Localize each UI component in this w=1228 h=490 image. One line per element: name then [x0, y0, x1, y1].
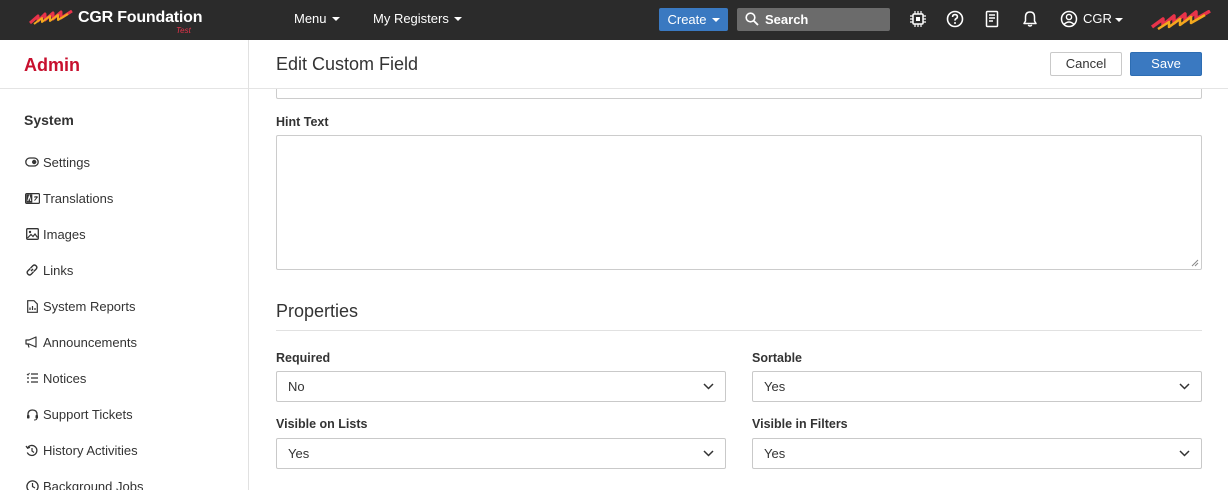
hint-text-label: Hint Text — [276, 115, 329, 129]
clock-icon — [24, 479, 40, 490]
save-button[interactable]: Save — [1130, 52, 1202, 76]
headset-icon — [24, 407, 40, 421]
search-placeholder: Search — [765, 12, 809, 27]
visible-on-lists-value: Yes — [288, 446, 310, 461]
sidebar-item-label: Support Tickets — [43, 406, 133, 422]
sidebar-item-background-jobs[interactable]: Background Jobs — [24, 476, 143, 490]
brand-mark-icon — [1150, 10, 1211, 30]
my-registers-dropdown[interactable]: My Registers — [373, 11, 462, 26]
chip-icon[interactable] — [909, 10, 927, 28]
visible-on-lists-label: Visible on Lists — [276, 417, 368, 431]
sidebar-item-label: History Activities — [43, 442, 138, 458]
chevron-down-icon — [1115, 18, 1123, 22]
visible-in-filters-value: Yes — [764, 446, 786, 461]
list-icon — [24, 371, 40, 385]
sidebar-item-translations[interactable]: Translations — [24, 188, 113, 208]
chevron-down-icon — [1179, 383, 1190, 390]
sidebar-item-label: Translations — [43, 190, 114, 206]
search-input[interactable]: Search — [737, 8, 890, 31]
resize-handle-icon[interactable] — [1191, 259, 1199, 267]
book-icon[interactable] — [983, 10, 1001, 28]
sidebar-item-notices[interactable]: Notices — [24, 368, 86, 388]
chevron-down-icon — [711, 18, 720, 22]
sidebar-item-label: Notices — [43, 370, 87, 386]
sidebar-title: Admin — [24, 55, 80, 75]
sidebar-item-history-activities[interactable]: History Activities — [24, 440, 138, 460]
sidebar-item-announcements[interactable]: Announcements — [24, 332, 137, 352]
environment-badge: Test — [176, 26, 191, 35]
sortable-value: Yes — [764, 379, 786, 394]
page-title: Edit Custom Field — [276, 54, 419, 74]
sidebar-item-support-tickets[interactable]: Support Tickets — [24, 404, 133, 424]
chevron-down-icon — [331, 17, 340, 21]
bell-icon[interactable] — [1021, 10, 1039, 28]
hint-text-textarea[interactable] — [276, 135, 1202, 270]
sidebar-item-label: Images — [43, 226, 86, 242]
brand-logo-icon — [29, 10, 73, 25]
required-value: No — [288, 379, 305, 394]
visible-in-filters-select[interactable]: Yes — [752, 438, 1202, 469]
divider — [0, 88, 248, 89]
help-icon[interactable] — [946, 10, 964, 28]
report-icon — [24, 299, 40, 313]
sidebar-item-label: Settings — [43, 154, 90, 170]
sidebar-item-label: Links — [43, 262, 74, 278]
toggle-icon — [24, 155, 40, 169]
sidebar-item-system-reports[interactable]: System Reports — [24, 296, 135, 316]
chevron-down-icon — [703, 383, 714, 390]
sidebar-item-label: System Reports — [43, 298, 136, 314]
user-circle-icon — [1060, 10, 1078, 28]
brand-name: CGR Foundation — [78, 9, 203, 26]
sidebar-item-settings[interactable]: Settings — [24, 152, 90, 172]
my-registers-label: My Registers — [373, 11, 449, 26]
translate-icon — [24, 191, 40, 205]
menu-dropdown[interactable]: Menu — [294, 11, 340, 26]
search-icon — [745, 12, 759, 26]
sidebar-item-images[interactable]: Images — [24, 224, 86, 244]
sortable-select[interactable]: Yes — [752, 371, 1202, 402]
sidebar-item-links[interactable]: Links — [24, 260, 73, 280]
required-select[interactable]: No — [276, 371, 726, 402]
top-navbar: CGR Foundation Test Menu My Registers Cr… — [0, 0, 1228, 40]
page-header: Edit Custom Field Cancel Save — [249, 40, 1228, 89]
main-content: Edit Custom Field Cancel Save Hint Text … — [249, 40, 1228, 490]
sidebar: Admin System Settings Translations Image… — [0, 40, 249, 490]
chevron-down-icon — [703, 450, 714, 457]
required-label: Required — [276, 351, 331, 365]
chevron-down-icon — [453, 17, 462, 21]
user-name: CGR — [1083, 11, 1112, 26]
sidebar-item-label: Announcements — [43, 334, 137, 350]
sidebar-item-label: Background Jobs — [43, 478, 144, 490]
properties-heading: Properties — [276, 301, 359, 321]
create-button[interactable]: Create — [659, 8, 728, 31]
visible-in-filters-label: Visible in Filters — [752, 417, 848, 431]
image-icon — [24, 227, 40, 241]
history-icon — [24, 443, 40, 457]
sortable-label: Sortable — [752, 351, 803, 365]
cancel-button[interactable]: Cancel — [1050, 52, 1122, 76]
chevron-down-icon — [1179, 450, 1190, 457]
sidebar-section-heading: System — [24, 112, 74, 128]
link-icon — [24, 263, 40, 277]
divider — [276, 330, 1202, 331]
create-label: Create — [667, 12, 707, 27]
menu-label: Menu — [294, 11, 327, 26]
visible-on-lists-select[interactable]: Yes — [276, 438, 726, 469]
megaphone-icon — [24, 335, 40, 349]
